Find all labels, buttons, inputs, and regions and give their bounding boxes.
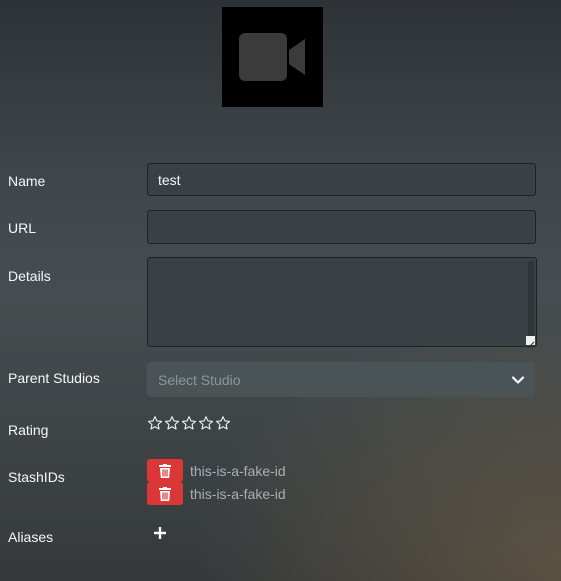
studio-image: [222, 7, 323, 107]
details-label: Details: [8, 268, 51, 284]
star-outline-icon[interactable]: [215, 415, 231, 431]
add-alias-button[interactable]: [152, 525, 167, 540]
star-outline-icon[interactable]: [164, 415, 180, 431]
star-outline-icon[interactable]: [198, 415, 214, 431]
details-textarea[interactable]: [147, 257, 537, 349]
url-label: URL: [8, 220, 37, 236]
stashid-value: this-is-a-fake-id: [190, 462, 286, 479]
name-label: Name: [8, 173, 46, 189]
video-camera-icon: [238, 33, 305, 81]
stashids-label: StashIDs: [8, 469, 65, 485]
resize-grip-icon: [527, 341, 535, 349]
chevron-down-icon[interactable]: [511, 373, 525, 387]
stashid-value: this-is-a-fake-id: [190, 485, 286, 502]
resize-handle[interactable]: [526, 336, 535, 349]
plus-icon: [153, 526, 166, 539]
name-input[interactable]: [147, 163, 536, 196]
trash-icon: [159, 486, 171, 501]
rating-label: Rating: [8, 422, 49, 438]
url-input[interactable]: [147, 210, 536, 244]
star-outline-icon[interactable]: [181, 415, 197, 431]
parent-studios-label: Parent Studios: [8, 370, 100, 386]
details-scrollbar[interactable]: [528, 261, 534, 337]
stashid-row: this-is-a-fake-id: [147, 482, 286, 505]
trash-icon: [159, 463, 171, 478]
star-outline-icon[interactable]: [147, 415, 163, 431]
stashid-row: this-is-a-fake-id: [147, 459, 286, 482]
parent-studios-select[interactable]: Select Studio: [147, 362, 535, 397]
delete-stashid-button[interactable]: [147, 482, 183, 505]
parent-studios-placeholder: Select Studio: [158, 371, 241, 388]
delete-stashid-button[interactable]: [147, 459, 183, 482]
rating-stars[interactable]: [147, 415, 231, 431]
aliases-label: Aliases: [8, 529, 54, 545]
